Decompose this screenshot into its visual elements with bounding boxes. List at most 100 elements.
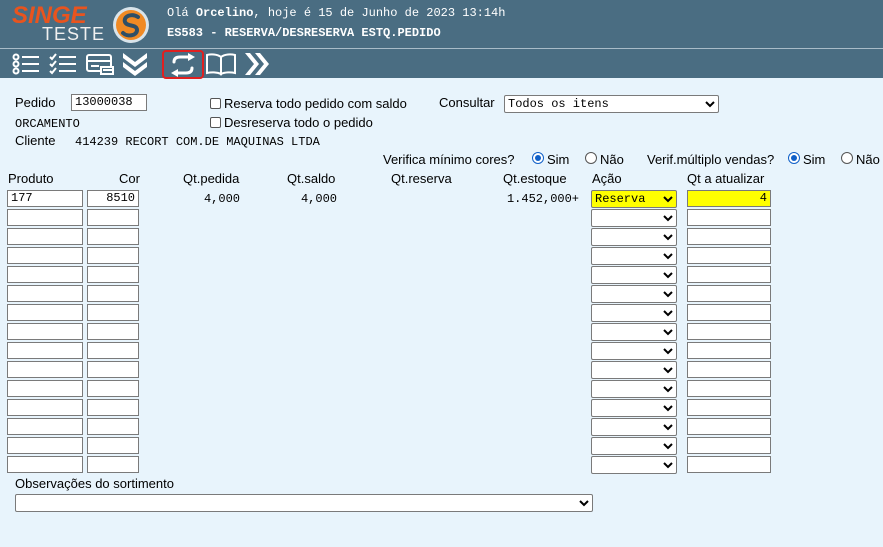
double-chevron-down-icon[interactable] — [119, 51, 151, 77]
qt-atualizar-input[interactable] — [687, 304, 771, 321]
cor-input[interactable] — [87, 228, 139, 245]
qt-pedida-value: 4,000 — [203, 192, 240, 206]
qt-atualizar-input[interactable] — [687, 266, 771, 283]
acao-select[interactable] — [591, 361, 677, 379]
cor-input[interactable] — [87, 399, 139, 416]
acao-select[interactable] — [591, 418, 677, 436]
verifica-cores-nao-radio[interactable] — [585, 152, 597, 164]
book-icon[interactable] — [205, 51, 237, 77]
observacoes-select[interactable] — [15, 494, 593, 512]
acao-select[interactable] — [591, 228, 677, 246]
qt-estoque-value: 1.452,000+ — [506, 192, 579, 206]
chevron-down-icon — [663, 462, 673, 469]
produto-input[interactable] — [7, 418, 83, 435]
cor-input[interactable] — [87, 266, 139, 283]
cor-input[interactable] — [87, 380, 139, 397]
produto-input[interactable] — [7, 209, 83, 226]
header-cor: Cor — [119, 171, 140, 186]
produto-input[interactable] — [7, 266, 83, 283]
qt-atualizar-input[interactable] — [687, 209, 771, 226]
produto-input[interactable] — [7, 304, 83, 321]
consultar-label: Consultar — [439, 95, 495, 110]
produto-input[interactable] — [7, 399, 83, 416]
cor-input[interactable] — [87, 304, 139, 321]
desreserva-todo-checkbox[interactable] — [210, 117, 221, 128]
cliente-value: 414239 RECORT COM.DE MAQUINAS LTDA — [75, 135, 320, 149]
produto-input[interactable]: 177 — [7, 190, 83, 207]
greeting-prefix: Olá — [167, 6, 189, 20]
cor-input[interactable] — [87, 418, 139, 435]
qt-atualizar-input[interactable] — [687, 418, 771, 435]
pedido-input[interactable]: 13000038 — [71, 94, 147, 111]
qt-atualizar-input[interactable] — [687, 437, 771, 454]
produto-input[interactable] — [7, 247, 83, 264]
cor-input[interactable] — [87, 342, 139, 359]
verif-multiplo-label: Verif.múltiplo vendas? — [647, 152, 775, 167]
qt-atualizar-input[interactable] — [687, 361, 771, 378]
qt-atualizar-input[interactable] — [687, 380, 771, 397]
qt-atualizar-input[interactable] — [687, 228, 771, 245]
reserva-todo-label: Reserva todo pedido com saldo — [224, 96, 407, 111]
acao-select[interactable] — [591, 247, 677, 265]
greeting-date: , hoje é 15 de Junho de 2023 13:14h — [253, 6, 506, 20]
qt-atualizar-input[interactable] — [687, 456, 771, 473]
produto-input[interactable] — [7, 323, 83, 340]
qt-atualizar-input[interactable] — [687, 399, 771, 416]
header-qt-estoque: Qt.estoque — [503, 171, 567, 186]
chevron-down-icon — [663, 329, 673, 336]
user-name: Orcelino — [195, 6, 254, 20]
header-qt-reserva: Qt.reserva — [391, 171, 452, 186]
cor-input[interactable] — [87, 247, 139, 264]
chevron-down-icon — [705, 101, 715, 108]
pedido-label: Pedido — [15, 95, 56, 110]
acao-select[interactable] — [591, 456, 677, 474]
acao-select[interactable] — [591, 266, 677, 284]
qt-saldo-value: 4,000 — [300, 192, 337, 206]
cor-input[interactable] — [87, 437, 139, 454]
header-produto: Produto — [8, 171, 54, 186]
acao-select[interactable] — [591, 304, 677, 322]
reserva-todo-checkbox[interactable] — [210, 98, 221, 109]
cor-input[interactable] — [87, 361, 139, 378]
produto-input[interactable] — [7, 361, 83, 378]
qt-atualizar-input[interactable] — [687, 285, 771, 302]
acao-select[interactable]: Reserva — [591, 190, 677, 208]
acao-select[interactable] — [591, 399, 677, 417]
checklist-icon[interactable] — [47, 51, 79, 77]
list-icon[interactable] — [10, 51, 42, 77]
acao-select[interactable] — [591, 380, 677, 398]
cor-input[interactable] — [87, 285, 139, 302]
acao-select[interactable] — [591, 437, 677, 455]
chevron-down-icon — [663, 215, 673, 222]
qt-atualizar-input[interactable] — [687, 342, 771, 359]
swap-arrows-icon[interactable] — [162, 50, 204, 79]
chevron-down-icon — [663, 272, 673, 279]
chevron-down-icon — [579, 500, 589, 507]
qt-atualizar-input[interactable] — [687, 323, 771, 340]
produto-input[interactable] — [7, 342, 83, 359]
consultar-select[interactable]: Todos os itens — [504, 95, 719, 113]
acao-select[interactable] — [591, 209, 677, 227]
acao-select[interactable] — [591, 323, 677, 341]
logo-bottom-text: TESTE — [42, 24, 106, 44]
cor-input[interactable] — [87, 209, 139, 226]
verif-multiplo-sim-radio[interactable] — [788, 152, 800, 164]
produto-input[interactable] — [7, 380, 83, 397]
produto-input[interactable] — [7, 285, 83, 302]
double-chevron-right-icon[interactable] — [241, 51, 273, 77]
verifica-cores-sim-radio[interactable] — [532, 152, 544, 164]
verif-multiplo-nao-radio[interactable] — [841, 152, 853, 164]
verifica-cores-sim-label: Sim — [547, 152, 570, 167]
qt-atualizar-input[interactable] — [687, 247, 771, 264]
cor-input[interactable] — [87, 323, 139, 340]
acao-select[interactable] — [591, 342, 677, 360]
qt-atualizar-input[interactable]: 4 — [687, 190, 771, 207]
card-icon[interactable] — [84, 51, 116, 77]
produto-input[interactable] — [7, 437, 83, 454]
produto-input[interactable] — [7, 456, 83, 473]
chevron-down-icon — [663, 443, 673, 450]
cor-input[interactable] — [87, 456, 139, 473]
acao-select[interactable] — [591, 285, 677, 303]
cor-input[interactable]: 8510 — [87, 190, 139, 207]
produto-input[interactable] — [7, 228, 83, 245]
